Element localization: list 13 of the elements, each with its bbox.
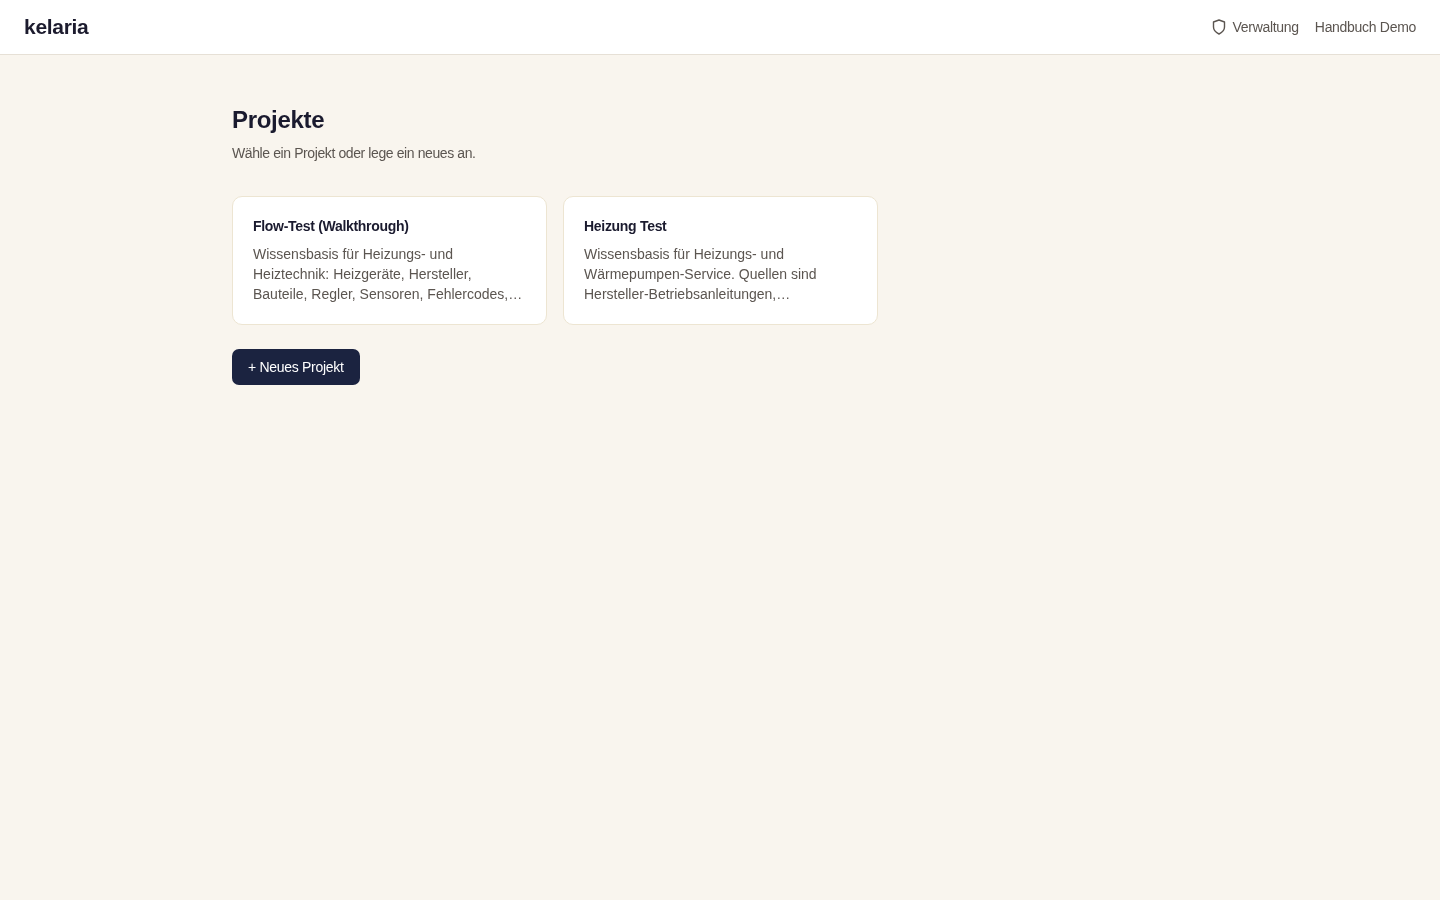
logo: kelaria [24, 15, 89, 39]
shield-icon [1211, 19, 1226, 35]
project-description: Wissensbasis für Heizungs- und Wärmepumpen-Service. Quellen sind Hersteller-Betriebsanleitungen,… [584, 245, 818, 304]
project-title: Heizung Test [584, 217, 668, 236]
nav-link[interactable]: Handbuch Demo [1314, 19, 1416, 35]
new-project-button[interactable]: + Neues Projekt [232, 349, 360, 385]
nav-link[interactable]: Verwaltung [1211, 19, 1299, 35]
page-subtitle: Wähle ein Projekt oder lege ein neues an. [232, 144, 476, 163]
project-card[interactable]: Flow-Test (Walkthrough) Wissensbasis für Heizungs- und Heiztechnik: Heizgeräte, Hersteller, Bauteile, Regler, Sensoren, Fehlercodes,… [232, 196, 547, 325]
page-title: Projekte [232, 105, 325, 135]
project-card[interactable]: Heizung Test Wissensbasis für Heizungs- und Wärmepumpen-Service. Quellen sind Hersteller-Betriebsanleitungen,… [563, 196, 878, 325]
project-description: Wissensbasis für Heizungs- und Heiztechnik: Heizgeräte, Hersteller, Bauteile, Regler, Sensoren, Fehlercodes,… [253, 245, 524, 304]
project-title: Flow-Test (Walkthrough) [253, 217, 410, 236]
